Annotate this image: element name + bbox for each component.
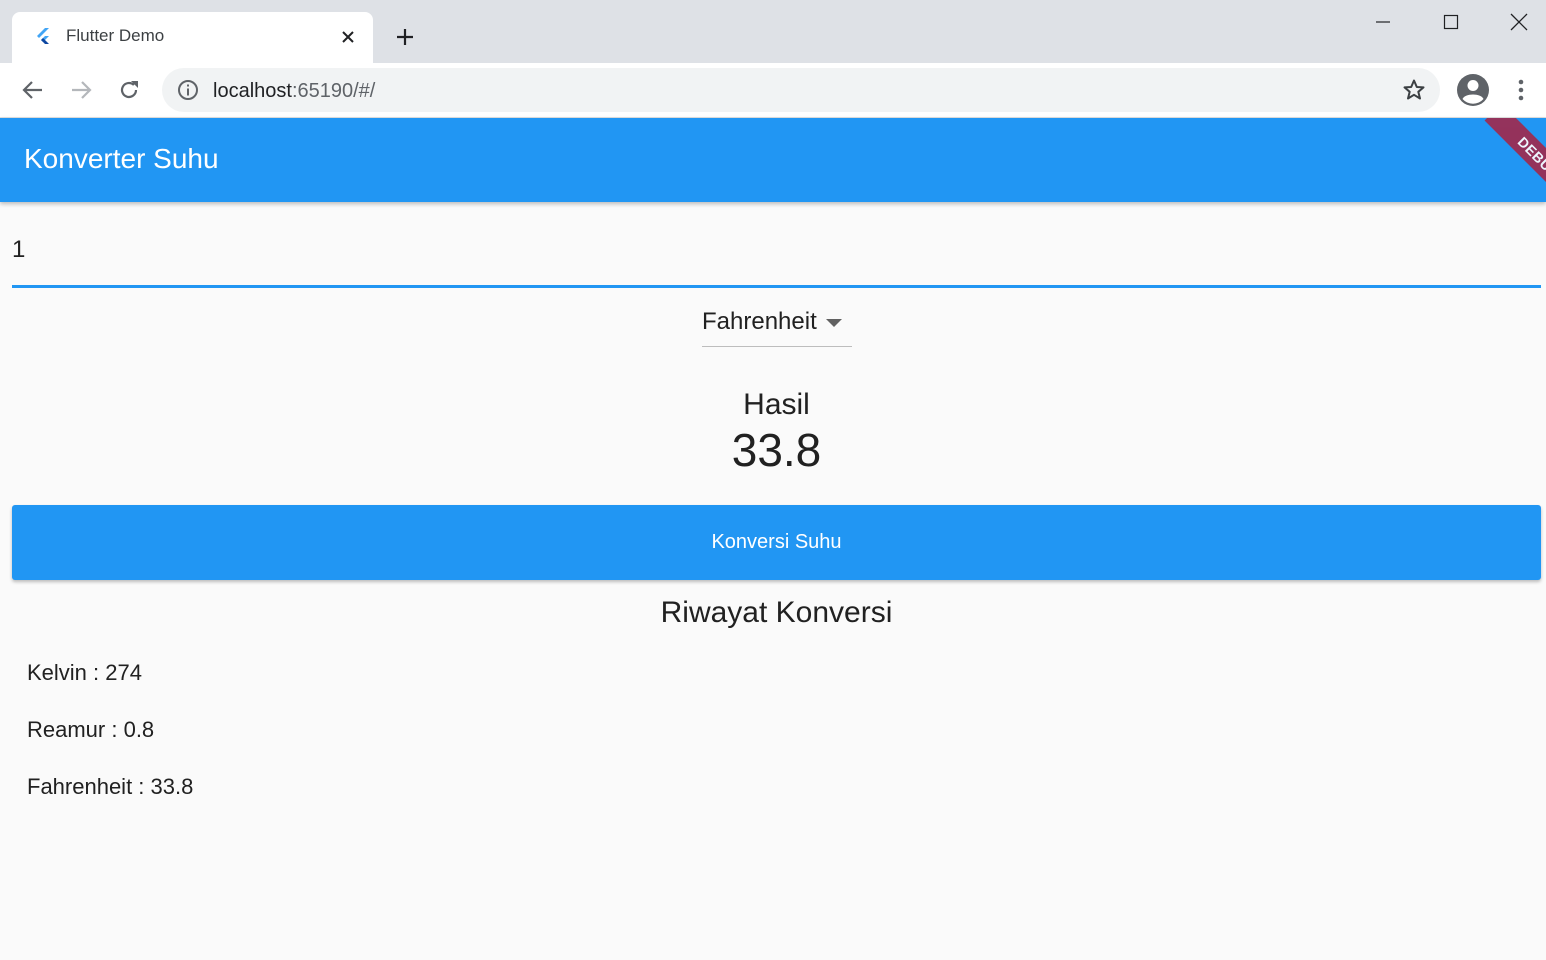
window-close-icon[interactable] xyxy=(1504,8,1534,36)
browser-tab[interactable]: Flutter Demo xyxy=(12,12,373,63)
convert-button-label: Konversi Suhu xyxy=(711,531,842,553)
temperature-input[interactable]: 1 xyxy=(12,222,1541,288)
reload-icon[interactable] xyxy=(114,75,144,105)
minimize-icon[interactable] xyxy=(1368,8,1398,36)
result-label: Hasil xyxy=(743,388,810,421)
url-path: :65190/#/ xyxy=(291,80,376,102)
forward-arrow-icon[interactable] xyxy=(66,75,96,105)
history-list: Kelvin : 274 Reamur : 0.8 Fahrenheit : 3… xyxy=(27,658,1527,829)
list-item: Fahrenheit : 33.8 xyxy=(27,774,194,799)
more-vert-icon[interactable] xyxy=(1508,75,1534,105)
back-arrow-icon[interactable] xyxy=(18,75,48,105)
info-icon[interactable] xyxy=(177,79,199,101)
debug-banner: DEBUG xyxy=(1484,118,1546,202)
unit-dropdown[interactable]: Fahrenheit xyxy=(702,304,852,347)
browser-tabstrip: Flutter Demo xyxy=(0,0,1546,63)
flutter-logo-icon xyxy=(37,28,49,44)
browser-toolbar: localhost:65190/#/ xyxy=(0,63,1546,118)
arrow-drop-down-icon[interactable] xyxy=(825,318,843,328)
list-item: Reamur : 0.8 xyxy=(27,717,155,742)
result-value: 33.8 xyxy=(731,424,822,476)
address-bar[interactable]: localhost:65190/#/ xyxy=(162,68,1440,112)
url-text[interactable]: localhost:65190/#/ xyxy=(213,80,375,103)
account-icon[interactable] xyxy=(1455,72,1491,108)
history-title: Riwayat Konversi xyxy=(660,596,893,629)
unit-dropdown-value[interactable]: Fahrenheit xyxy=(702,308,817,336)
star-icon[interactable] xyxy=(1402,78,1426,102)
maximize-icon[interactable] xyxy=(1436,8,1466,36)
app-title: Konverter Suhu xyxy=(24,143,219,174)
convert-button[interactable]: Konversi Suhu xyxy=(12,505,1541,580)
app-bar: Konverter Suhu DEBUG xyxy=(0,118,1546,202)
url-host: localhost xyxy=(213,80,292,102)
tab-title: Flutter Demo xyxy=(66,26,165,45)
plus-icon[interactable] xyxy=(392,24,418,50)
temperature-input-value[interactable]: 1 xyxy=(12,236,25,264)
close-icon[interactable] xyxy=(337,26,359,48)
list-item: Kelvin : 274 xyxy=(27,660,142,685)
